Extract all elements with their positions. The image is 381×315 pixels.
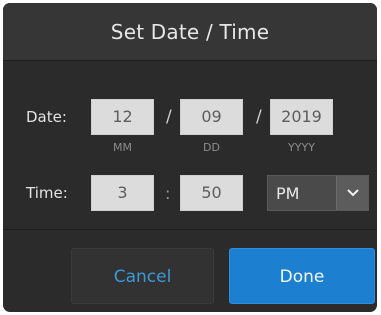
ampm-dropdown-button[interactable] [336, 176, 368, 210]
done-button[interactable]: Done [229, 248, 375, 304]
set-date-time-dialog: Set Date / Time Date: 12 / 09 / 2019 MM … [3, 3, 377, 312]
time-label: Time: [26, 184, 68, 202]
dialog-header: Set Date / Time [3, 3, 377, 61]
hour-input[interactable]: 3 [91, 175, 154, 211]
year-hint: YYYY [288, 141, 315, 154]
date-separator-1: / [166, 107, 172, 127]
cancel-button[interactable]: Cancel [71, 248, 214, 304]
ampm-select[interactable]: PM [267, 175, 369, 211]
time-separator: : [165, 184, 171, 203]
footer-divider [3, 229, 377, 230]
year-input[interactable]: 2019 [270, 99, 333, 135]
chevron-down-icon [347, 189, 359, 197]
day-hint: DD [203, 141, 220, 154]
minute-input[interactable]: 50 [180, 175, 243, 211]
date-separator-2: / [256, 107, 262, 127]
date-label: Date: [26, 108, 67, 126]
dialog-title: Set Date / Time [110, 20, 270, 44]
ampm-selected-value: PM [276, 184, 300, 203]
month-input[interactable]: 12 [91, 99, 154, 135]
month-hint: MM [113, 141, 132, 154]
day-input[interactable]: 09 [180, 99, 243, 135]
